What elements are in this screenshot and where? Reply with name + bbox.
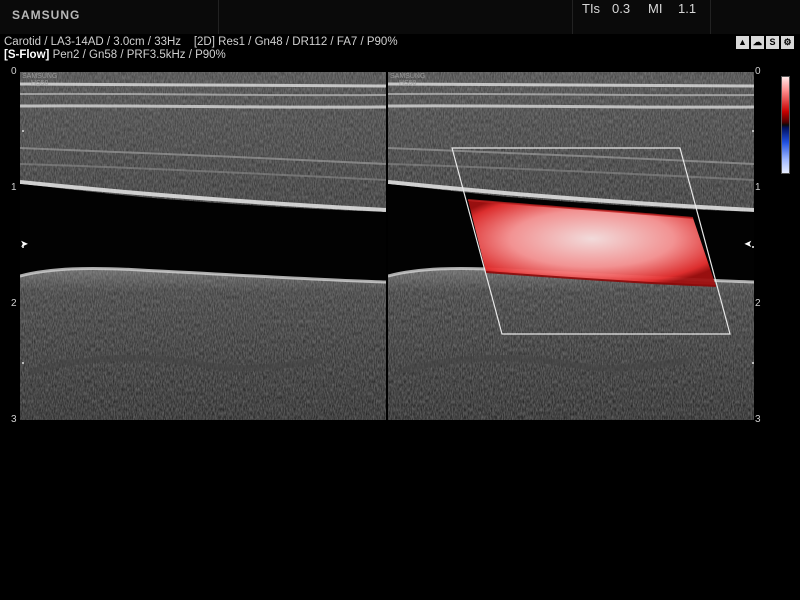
depth-label-3: 3 bbox=[11, 414, 17, 425]
s-har-icon[interactable]: S bbox=[766, 36, 779, 49]
depth-label-1: 1 bbox=[755, 182, 761, 193]
mi-value: 1.1 bbox=[678, 1, 697, 16]
depth-label-1: 1 bbox=[11, 182, 17, 193]
focus-marker-icon[interactable]: ➤ bbox=[744, 239, 752, 250]
depth-tick bbox=[22, 362, 24, 364]
watermark-model: HS50 bbox=[398, 80, 417, 87]
depth-label-2: 2 bbox=[11, 298, 17, 309]
depth-label-2: 2 bbox=[755, 298, 761, 309]
person-icon[interactable]: ▲ bbox=[736, 36, 749, 49]
color-scale-bar bbox=[781, 76, 790, 174]
imaging-params-line-1: Carotid / LA3-14AD / 3.0cm / 33Hz [2D] R… bbox=[4, 36, 398, 48]
mode-sflow-label: [S-Flow] bbox=[4, 49, 50, 61]
mode-sflow-params: Pen2 / Gn58 / PRF3.5kHz / P90% bbox=[52, 49, 226, 61]
divider bbox=[218, 0, 219, 34]
tis-value: 0.3 bbox=[612, 1, 631, 16]
mode-2d-label: [2D] bbox=[193, 36, 215, 48]
mi-label: MI bbox=[648, 1, 663, 16]
cloud-icon[interactable]: ☁ bbox=[751, 36, 764, 49]
ultrasound-image-right[interactable]: SAMSUNG HS50 bbox=[388, 72, 754, 420]
tis-label: TIs bbox=[582, 1, 601, 16]
depth-tick bbox=[752, 130, 754, 132]
ultrasound-image-left[interactable]: SAMSUNG HS50 bbox=[20, 72, 386, 420]
divider bbox=[572, 0, 573, 34]
watermark: SAMSUNG HS50 bbox=[22, 73, 57, 87]
depth-tick bbox=[752, 362, 754, 364]
depth-label-3: 3 bbox=[755, 414, 761, 425]
focus-marker-icon[interactable]: ➤ bbox=[20, 239, 28, 250]
imaging-params-line-2: [S-Flow] Pen2 / Gn58 / PRF3.5kHz / P90% bbox=[4, 49, 226, 61]
watermark-model: HS50 bbox=[30, 80, 49, 87]
depth-label-0: 0 bbox=[755, 66, 761, 77]
mode-2d-params: Res1 / Gn48 / DR112 / FA7 / P90% bbox=[218, 36, 398, 48]
probe-preset: Carotid / LA3-14AD / 3.0cm / 33Hz bbox=[4, 36, 182, 48]
brand-logo: SAMSUNG bbox=[12, 8, 81, 22]
watermark: SAMSUNG HS50 bbox=[390, 73, 425, 87]
depth-tick bbox=[22, 130, 24, 132]
gear-icon[interactable]: ⚙ bbox=[781, 36, 794, 49]
divider bbox=[710, 0, 711, 34]
top-bar: SAMSUNG TIs 0.3 MI 1.1 bbox=[0, 0, 800, 34]
depth-label-0: 0 bbox=[11, 66, 17, 77]
watermark-brand: SAMSUNG bbox=[390, 73, 426, 80]
status-icons: ▲ ☁ S ⚙ bbox=[736, 36, 794, 49]
watermark-brand: SAMSUNG bbox=[22, 73, 58, 80]
